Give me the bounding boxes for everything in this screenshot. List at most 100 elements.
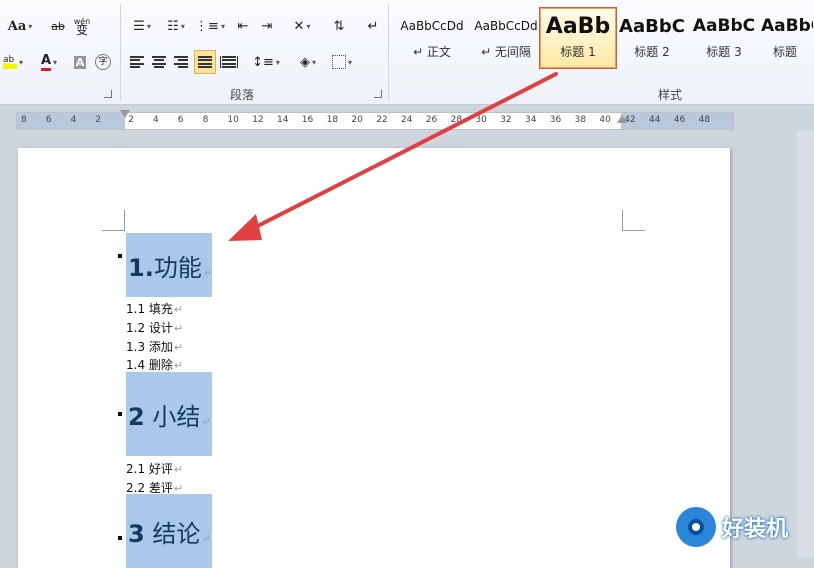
font-size-button[interactable]: Aa ▾ <box>4 14 36 38</box>
chevron-down-icon: ▾ <box>347 57 352 67</box>
style-preview: AaBbC <box>692 16 756 36</box>
list-item[interactable]: 1.2 设计↵ <box>126 319 183 336</box>
ruler-number: 4 <box>70 115 77 125</box>
vertical-scrollbar[interactable] <box>797 130 814 557</box>
phonetic-char: 变 <box>75 23 88 37</box>
chevron-down-icon: ▾ <box>275 57 280 67</box>
style-heading-1[interactable]: AaBb 标题 1 <box>540 8 616 68</box>
highlight-button[interactable]: ab ▾ <box>0 50 26 74</box>
decrease-indent-button[interactable]: ⇤ <box>232 14 254 38</box>
paragraph-group-label: 段落 <box>230 88 255 102</box>
distribute-icon <box>220 56 238 68</box>
chinese-layout-button[interactable]: ✕ ▾ <box>286 14 318 38</box>
sort-button[interactable]: ⇅ <box>328 14 350 38</box>
multilevel-list-button[interactable]: ⋮≡ ▾ <box>194 14 226 38</box>
document-page[interactable]: 1.功能↵ 1.1 填充↵ 1.2 设计↵ 1.3 添加↵ 1.4 删除↵ 2 … <box>18 148 730 568</box>
increase-indent-button[interactable]: ⇥ <box>256 14 278 38</box>
chevron-down-icon: ▾ <box>220 21 225 31</box>
list-item[interactable]: 2.1 好评↵ <box>126 460 183 477</box>
ruler-number: 8 <box>21 115 27 125</box>
horizontal-ruler[interactable]: 8 6 4 2 2 4 6 8 10 12 14 16 18 20 22 24 26 28 30 32 34 36 38 40… <box>16 110 734 130</box>
heading-text: 2 小结↵ <box>126 397 211 432</box>
align-right-button[interactable] <box>170 50 192 74</box>
style-no-spacing[interactable]: AaBbCcDd ↵ 无间隔 <box>468 8 544 68</box>
style-normal[interactable]: AaBbCcDd ↵ 正文 <box>394 8 470 68</box>
right-indent-marker[interactable] <box>617 115 627 123</box>
font-color-icon: A <box>40 53 52 71</box>
align-center-button[interactable] <box>148 50 170 74</box>
styles-group-label: 样式 <box>658 88 683 102</box>
font-dialog-launcher-icon[interactable] <box>104 90 112 98</box>
ruler-number: 34 <box>525 115 537 125</box>
paragraph-mark: ↵ <box>173 303 184 316</box>
margin-corner-top-right <box>622 210 645 231</box>
paragraph-mark-icon: ↵ <box>367 18 379 34</box>
justify-button[interactable] <box>194 50 216 74</box>
watermark-text: 好装机 <box>722 517 789 542</box>
distribute-button[interactable] <box>218 50 240 74</box>
ruler-number: 20 <box>351 115 363 125</box>
list-item[interactable]: 1.4 删除↵ <box>126 356 183 373</box>
heading-title: 结论 <box>144 519 201 548</box>
sort-icon: ⇅ <box>333 18 345 34</box>
style-preview: AaBbC <box>619 15 685 37</box>
char-shading-button[interactable]: A <box>70 50 90 74</box>
heading-number: 2 <box>128 402 145 431</box>
char-shading-icon: A <box>73 55 87 69</box>
paragraph-mark: ↵ <box>202 265 213 279</box>
ruler-number: 10 <box>227 115 239 125</box>
style-title[interactable]: AaBbC 标题 <box>756 8 814 68</box>
enclosed-char-icon: 字 <box>95 54 111 70</box>
shading-button[interactable]: ◈ ▾ <box>292 50 324 74</box>
list-item[interactable]: 1.3 添加↵ <box>126 338 183 355</box>
heading-bullet <box>118 536 122 540</box>
heading-title: 功能 <box>153 253 202 282</box>
phonetic-guide-button[interactable]: wén 变 <box>70 14 94 38</box>
show-marks-button[interactable]: ↵ <box>362 14 384 38</box>
margin-corner-top-left <box>102 210 125 231</box>
heading-bullet <box>118 254 122 258</box>
heading-number: 1. <box>128 253 154 282</box>
left-indent-marker[interactable] <box>120 110 130 118</box>
chevron-down-icon: ▾ <box>306 21 311 31</box>
decrease-indent-icon: ⇤ <box>237 18 249 34</box>
bullets-button[interactable]: ☰ ▾ <box>126 14 158 38</box>
chinese-layout-icon: ✕ <box>293 18 305 34</box>
borders-button[interactable]: ▾ <box>326 50 358 74</box>
ruler-number: 48 <box>698 115 711 125</box>
ruler-number: 12 <box>252 115 264 125</box>
style-heading-3[interactable]: AaBbC 标题 3 <box>686 8 762 68</box>
line-spacing-icon: ↕≡ <box>252 54 274 70</box>
ruler-number: 22 <box>376 115 388 125</box>
chevron-down-icon: ▾ <box>28 21 33 31</box>
ruler-number: 2 <box>95 115 102 125</box>
paragraph-mark: ↵ <box>201 414 211 428</box>
chevron-down-icon: ▾ <box>146 21 151 31</box>
heading-1[interactable]: 1.功能↵ <box>126 233 212 297</box>
numbering-button[interactable]: ☷ ▾ <box>160 14 192 38</box>
ruler-number: 14 <box>277 115 289 125</box>
style-heading-2[interactable]: AaBbC 标题 2 <box>614 8 690 68</box>
align-left-button[interactable] <box>126 50 148 74</box>
ruler-number: 30 <box>475 115 487 125</box>
font-color-button[interactable]: A ▾ <box>34 50 64 74</box>
heading-2[interactable]: 2 小结↵ <box>126 372 212 456</box>
watermark-logo-icon <box>676 507 716 547</box>
paragraph-dialog-launcher-icon[interactable] <box>374 90 382 98</box>
styles-gallery: AaBbCcDd ↵ 正文 AaBbCcDd ↵ 无间隔 AaBb 标题 1 A… <box>392 6 814 70</box>
list-item-text: 2.1 好评 <box>126 462 173 476</box>
numbering-icon: ☷ <box>167 18 179 34</box>
list-item[interactable]: 1.1 填充↵ <box>126 300 183 317</box>
paragraph-mark: ↵ <box>201 531 211 545</box>
style-name: 标题 1 <box>560 45 596 59</box>
list-item-text: 1.2 设计 <box>126 321 173 335</box>
line-spacing-button[interactable]: ↕≡ ▾ <box>250 50 282 74</box>
paragraph-mark: ↵ <box>173 463 184 476</box>
ribbon: Aa ▾ ab wén 变 ab ▾ A ▾ A 字 ☰ ▾ ☷ ▾ ⋮≡ ▾ ⇤ ⇥ ✕ ▾… <box>0 0 814 105</box>
enclose-char-button[interactable]: 字 <box>92 50 114 74</box>
style-preview: AaBbCcDd <box>474 19 538 33</box>
paint-bucket-icon: ◈ <box>299 54 310 70</box>
align-left-icon <box>130 56 144 68</box>
paragraph-mark: ↵ <box>173 359 184 372</box>
clear-format-button[interactable]: ab <box>46 14 70 38</box>
